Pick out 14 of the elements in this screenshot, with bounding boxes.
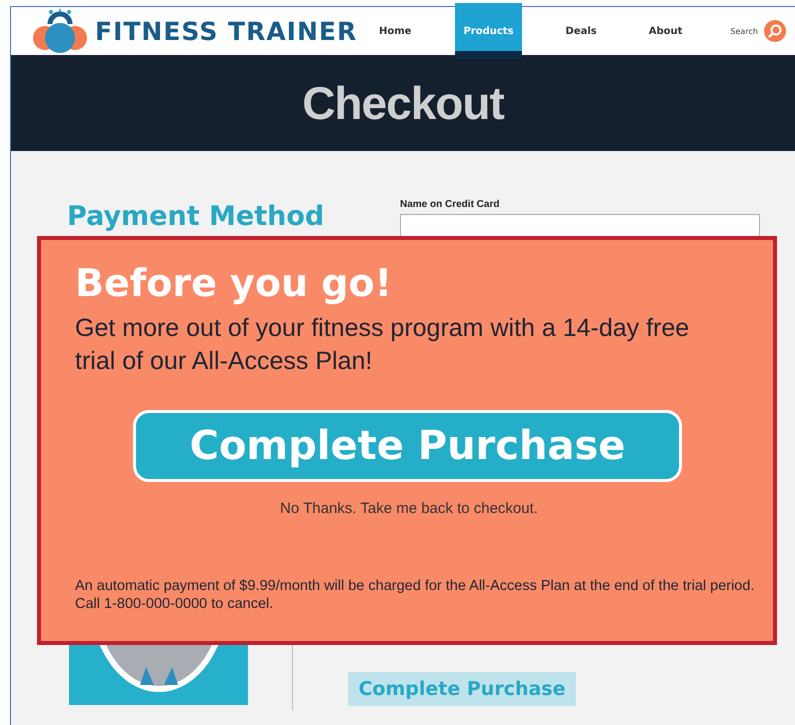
kettlebell-logo-icon [31,8,89,54]
field-label: Name on Credit Card [400,199,500,210]
disclaimer-text: An automatic payment of $9.99/month will be charged for the All-Access Plan at the end of the trial period. Call 1-800-000-0000 to cancel. [75,577,755,613]
nav-tab[interactable]: Deals [558,7,605,55]
page-title: Checkout [302,76,504,130]
modal-message: Get more out of your fitness program with a 14-day free trial of our All-Access Plan! [75,313,690,377]
section-heading: Payment Method [67,201,326,234]
nav-tab[interactable]: Home [371,7,420,55]
decline-link[interactable]: No Thanks. Take me back to checkout. [280,500,538,517]
search-button[interactable]: Search [730,20,786,42]
logo-text: FITNESS TRAINER [95,16,358,46]
search-icon [764,20,786,42]
nav-tab[interactable]: About [640,7,690,55]
modal-title: Before you go! [75,260,393,306]
